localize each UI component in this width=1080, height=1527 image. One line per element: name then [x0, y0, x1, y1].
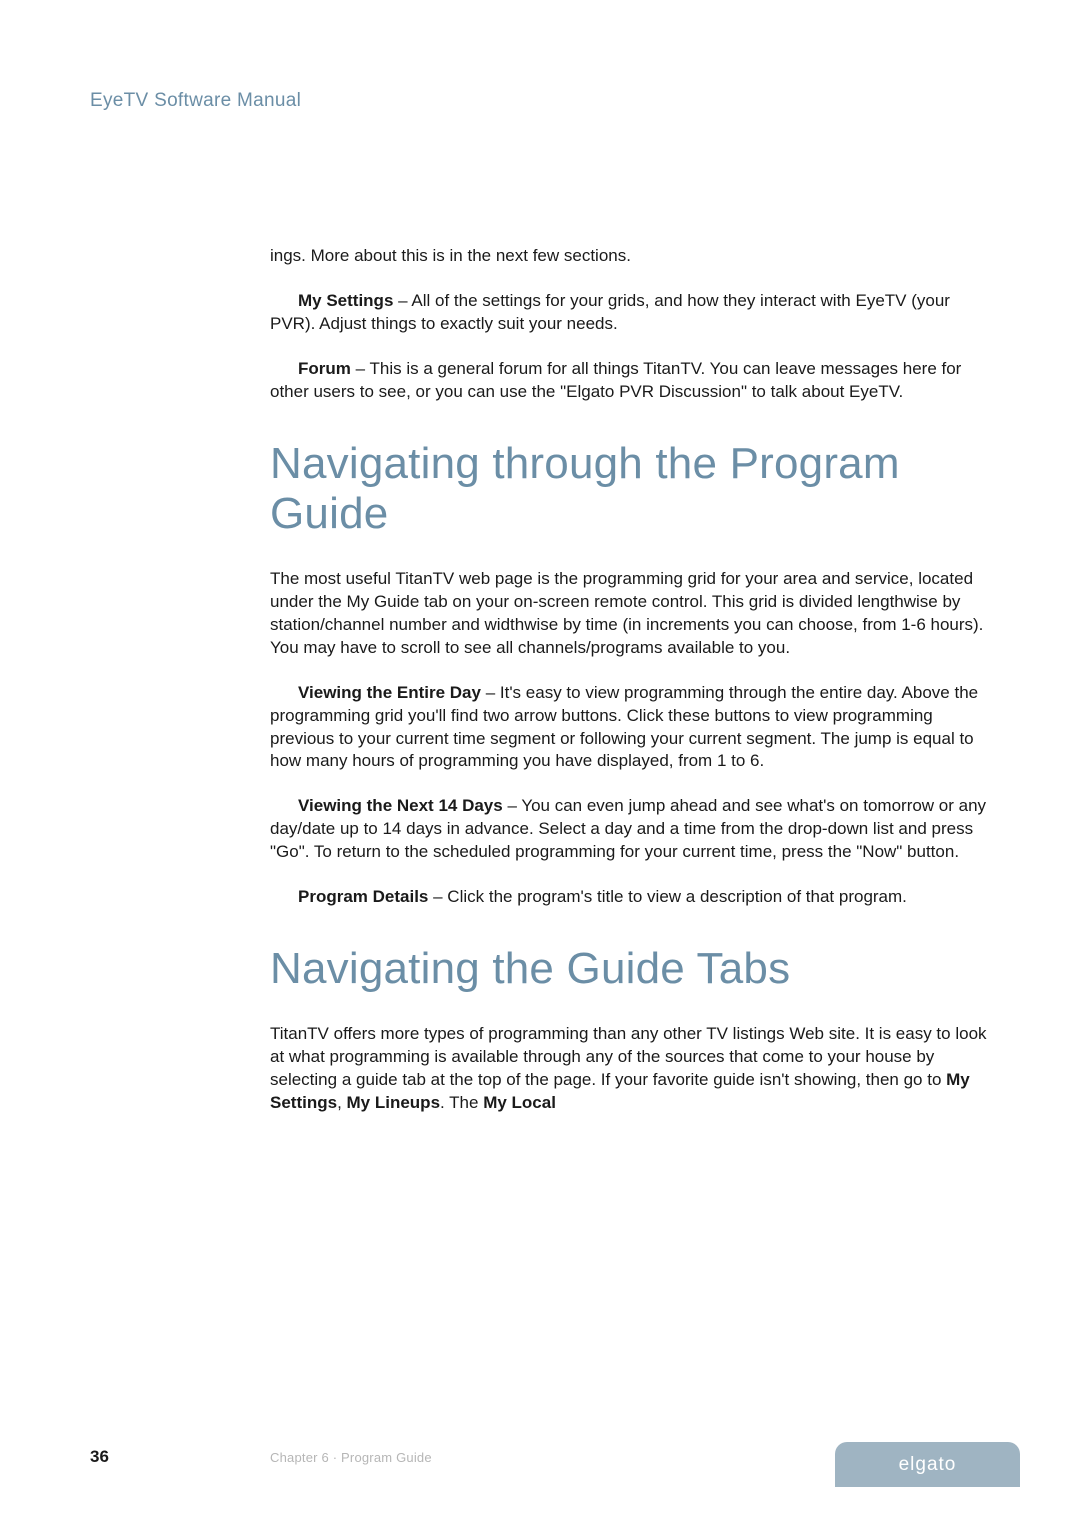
bold-next-14-days: Viewing the Next 14 Days — [298, 796, 503, 815]
text-program-details-rest: – Click the program's title to view a de… — [428, 887, 907, 906]
bold-my-lineups: My Lineups — [347, 1093, 441, 1112]
bold-program-details: Program Details — [298, 887, 428, 906]
paragraph-grid-intro: The most useful TitanTV web page is the … — [270, 568, 990, 660]
heading-navigating-guide-tabs: Navigating the Guide Tabs — [270, 944, 990, 995]
bold-forum: Forum — [298, 359, 351, 378]
paragraph-continuation: ings. More about this is in the next few… — [270, 245, 990, 268]
paragraph-forum: Forum – This is a general forum for all … — [270, 358, 990, 404]
text-guide-tabs-c: . The — [440, 1093, 483, 1112]
text-guide-tabs-b: , — [337, 1093, 346, 1112]
paragraph-next-14-days: Viewing the Next 14 Days – You can even … — [270, 795, 990, 864]
bold-my-local: My Local — [483, 1093, 556, 1112]
page-number: 36 — [90, 1447, 109, 1467]
product-name-header: EyeTV Software Manual — [90, 90, 301, 112]
paragraph-program-details: Program Details – Click the program's ti… — [270, 886, 990, 909]
chapter-label: Chapter 6 · Program Guide — [270, 1450, 432, 1465]
brand-tab: elgato — [835, 1442, 1020, 1487]
bold-my-settings: My Settings — [298, 291, 393, 310]
main-content: ings. More about this is in the next few… — [270, 245, 990, 1136]
bold-entire-day: Viewing the Entire Day — [298, 683, 481, 702]
text-forum-rest: – This is a general forum for all things… — [270, 359, 961, 401]
heading-navigating-program-guide: Navigating through the Program Guide — [270, 439, 990, 540]
page-footer: 36 Chapter 6 · Program Guide elgato — [90, 1437, 990, 1467]
paragraph-entire-day: Viewing the Entire Day – It's easy to vi… — [270, 682, 990, 774]
paragraph-guide-tabs: TitanTV offers more types of programming… — [270, 1023, 990, 1115]
text-guide-tabs-a: TitanTV offers more types of programming… — [270, 1024, 987, 1089]
paragraph-my-settings: My Settings – All of the settings for yo… — [270, 290, 990, 336]
